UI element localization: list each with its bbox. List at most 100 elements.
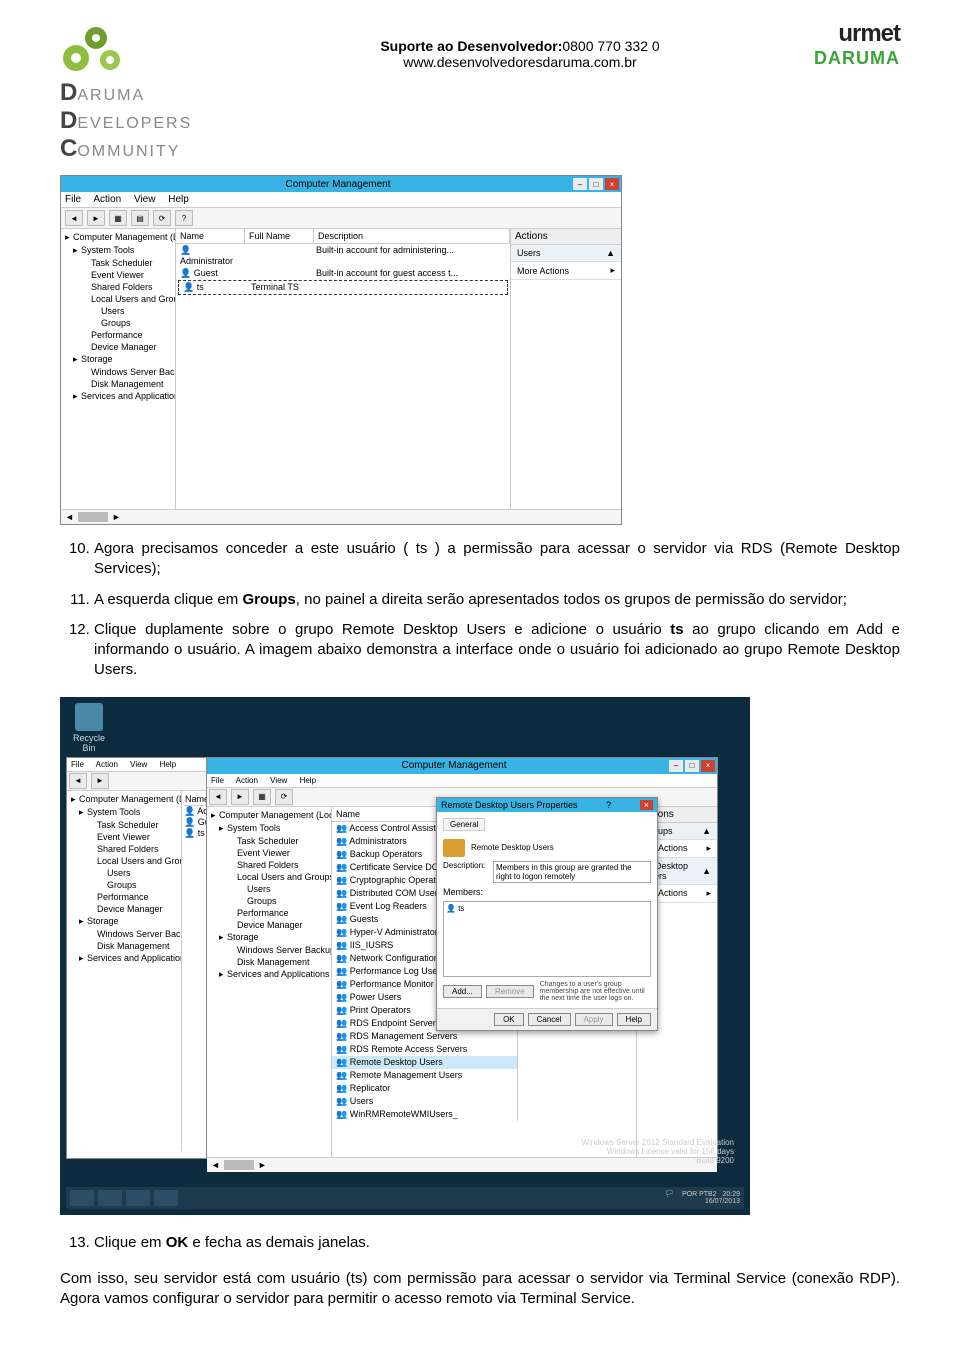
- menu-view[interactable]: View: [130, 760, 147, 769]
- user-row-selected[interactable]: 👤 ts Terminal TS: [178, 280, 508, 295]
- taskbar-button[interactable]: [98, 1190, 122, 1206]
- tree-pane[interactable]: ▸Computer Management (Local▸System Tools…: [61, 229, 176, 509]
- tree-item[interactable]: Shared Folders: [63, 281, 173, 293]
- tree-item[interactable]: Performance: [69, 891, 179, 903]
- back-icon[interactable]: ◄: [65, 210, 83, 226]
- help-icon[interactable]: ?: [606, 800, 611, 810]
- tree-item[interactable]: Performance: [63, 329, 173, 341]
- tree-item[interactable]: Device Manager: [209, 919, 329, 931]
- tree-item[interactable]: Users: [209, 883, 329, 895]
- refresh-icon[interactable]: ⟳: [153, 210, 171, 226]
- tree-item[interactable]: Event Viewer: [69, 831, 179, 843]
- forward-icon[interactable]: ►: [87, 210, 105, 226]
- remove-button[interactable]: Remove: [486, 985, 534, 998]
- back-icon[interactable]: ◄: [209, 789, 227, 805]
- tree-item[interactable]: Users: [69, 867, 179, 879]
- tree-item[interactable]: Event Viewer: [209, 847, 329, 859]
- tree-item[interactable]: ▸Computer Management (Local: [69, 793, 179, 806]
- tool-icon[interactable]: ▦: [109, 210, 127, 226]
- tab-general[interactable]: General: [443, 818, 485, 831]
- menu-view[interactable]: View: [270, 776, 287, 785]
- tree-item[interactable]: Local Users and Groups: [63, 293, 173, 305]
- tree-item[interactable]: Event Viewer: [63, 269, 173, 281]
- actions-more[interactable]: More Actions▸: [511, 262, 621, 280]
- add-button[interactable]: Add...: [443, 985, 482, 998]
- tb-lang[interactable]: POR PTB2: [682, 1191, 717, 1198]
- minimize-button[interactable]: –: [669, 760, 683, 772]
- recycle-bin-icon[interactable]: Recycle Bin: [66, 703, 112, 753]
- menu-view[interactable]: View: [134, 194, 156, 205]
- menu-action[interactable]: Action: [96, 760, 118, 769]
- menu-file[interactable]: File: [211, 776, 224, 785]
- group-item[interactable]: 👥 Remote Desktop Users: [332, 1056, 517, 1069]
- forward-icon[interactable]: ►: [91, 773, 109, 789]
- tree-item[interactable]: ▸Services and Applications: [209, 968, 329, 981]
- taskbar-button[interactable]: [70, 1190, 94, 1206]
- refresh-icon[interactable]: ⟳: [275, 789, 293, 805]
- tree-item[interactable]: ▸Services and Applications: [69, 952, 179, 965]
- tree-item[interactable]: Groups: [209, 895, 329, 907]
- close-icon[interactable]: ×: [640, 800, 653, 810]
- user-row[interactable]: 👤 Administrator Built-in account for adm…: [176, 244, 510, 267]
- tree-item[interactable]: Device Manager: [69, 903, 179, 915]
- tree-item[interactable]: Groups: [63, 317, 173, 329]
- tree-item[interactable]: ▸System Tools: [63, 244, 173, 257]
- tree-item[interactable]: Local Users and Groups: [209, 871, 329, 883]
- tree-item[interactable]: Disk Management: [63, 378, 173, 390]
- description-field[interactable]: Members in this group are granted the ri…: [493, 861, 651, 883]
- tree-item[interactable]: Users: [63, 305, 173, 317]
- group-item[interactable]: 👥 RDS Remote Access Servers: [332, 1043, 517, 1056]
- tree-item[interactable]: ▸Storage: [69, 915, 179, 928]
- menu-help[interactable]: Help: [168, 194, 189, 205]
- cancel-button[interactable]: Cancel: [528, 1013, 571, 1026]
- group-item[interactable]: 👥 RDS Management Servers: [332, 1030, 517, 1043]
- tree-item[interactable]: Disk Management: [69, 940, 179, 952]
- help-button[interactable]: Help: [617, 1013, 651, 1026]
- tree-item[interactable]: Performance: [209, 907, 329, 919]
- maximize-button[interactable]: □: [685, 760, 699, 772]
- tree-item[interactable]: Windows Server Backup: [69, 928, 179, 940]
- actions-users[interactable]: Users▲: [511, 245, 621, 262]
- maximize-button[interactable]: □: [589, 178, 603, 190]
- tool-icon-2[interactable]: ▤: [131, 210, 149, 226]
- taskbar-button[interactable]: [126, 1190, 150, 1206]
- col-name[interactable]: Name: [176, 229, 245, 243]
- close-button[interactable]: ×: [701, 760, 715, 772]
- tree-item[interactable]: ▸Computer Management (Local: [209, 809, 329, 822]
- tree-pane-front[interactable]: ▸Computer Management (Local▸System Tools…: [207, 807, 332, 1157]
- tree-item[interactable]: ▸Computer Management (Local: [63, 231, 173, 244]
- tree-item[interactable]: Local Users and Groups: [69, 855, 179, 867]
- group-item[interactable]: 👥 Remote Management Users: [332, 1069, 517, 1082]
- member-ts[interactable]: ts: [458, 904, 464, 913]
- menu-help[interactable]: Help: [300, 776, 316, 785]
- tree-item[interactable]: Task Scheduler: [69, 819, 179, 831]
- minimize-button[interactable]: –: [573, 178, 587, 190]
- tree-item[interactable]: ▸Storage: [63, 353, 173, 366]
- menu-file[interactable]: File: [71, 760, 84, 769]
- apply-button[interactable]: Apply: [575, 1013, 613, 1026]
- tree-item[interactable]: Task Scheduler: [209, 835, 329, 847]
- ok-button[interactable]: OK: [494, 1013, 524, 1026]
- tree-item[interactable]: ▸Services and Applications: [63, 390, 173, 403]
- menu-help[interactable]: Help: [160, 760, 176, 769]
- group-item[interactable]: 👥 Replicator: [332, 1082, 517, 1095]
- col-description[interactable]: Description: [314, 229, 510, 243]
- forward-icon[interactable]: ►: [231, 789, 249, 805]
- tree-item[interactable]: Disk Management: [209, 956, 329, 968]
- menu-file[interactable]: File: [65, 194, 81, 205]
- tree-item[interactable]: Shared Folders: [209, 859, 329, 871]
- user-row[interactable]: 👤 Guest Built-in account for guest acces…: [176, 267, 510, 280]
- tree-item[interactable]: Windows Server Backup: [63, 366, 173, 378]
- tree-item[interactable]: Shared Folders: [69, 843, 179, 855]
- scrollbar[interactable]: ◄►: [61, 509, 621, 524]
- col-fullname[interactable]: Full Name: [245, 229, 314, 243]
- tree-pane-back[interactable]: ▸Computer Management (Local▸System Tools…: [67, 791, 182, 1151]
- users-list-pane[interactable]: Name Full Name Description 👤 Administrat…: [176, 229, 511, 509]
- tree-item[interactable]: ▸System Tools: [69, 806, 179, 819]
- help-icon[interactable]: ?: [175, 210, 193, 226]
- tree-item[interactable]: Task Scheduler: [63, 257, 173, 269]
- group-item[interactable]: 👥 WinRMRemoteWMIUsers_: [332, 1108, 517, 1121]
- members-listbox[interactable]: 👤 ts: [443, 901, 651, 977]
- tree-item[interactable]: Groups: [69, 879, 179, 891]
- tree-item[interactable]: Windows Server Backup: [209, 944, 329, 956]
